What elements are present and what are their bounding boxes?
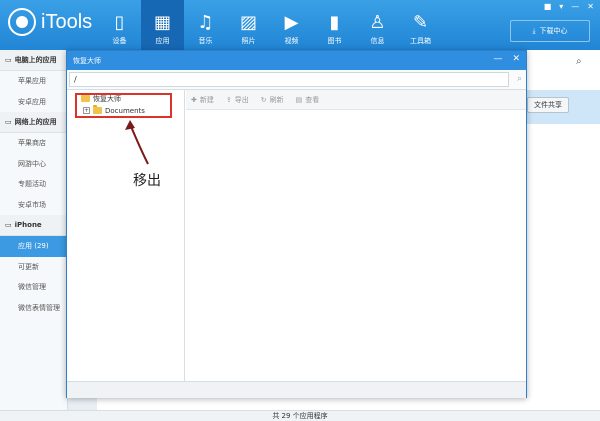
sidebar-section-title: 电脑上的应用: [14, 56, 57, 64]
nav-item-5[interactable]: ▮ 图书: [313, 0, 356, 50]
file-content-pane: ✚ 新建 ⇪ 导出 ↻ 刷新 ▤ 查看: [186, 90, 526, 381]
user-icon: ♙: [369, 12, 386, 33]
toolbar-button[interactable]: ✚ 新建: [191, 95, 214, 105]
file-toolbar: ✚ 新建 ⇪ 导出 ↻ 刷新 ▤ 查看: [186, 90, 526, 110]
nav-label: 设备: [112, 37, 127, 45]
refresh-icon: ↻: [260, 95, 267, 104]
path-search-icon[interactable]: ⌕: [517, 74, 522, 84]
close-icon[interactable]: ✕: [587, 2, 594, 11]
minimize-icon[interactable]: —: [571, 2, 579, 11]
sidebar-item[interactable]: 可更新: [0, 257, 67, 278]
sidebar-item[interactable]: 苹果商店: [0, 133, 67, 154]
video-icon: ▶: [284, 12, 299, 33]
toolbar-label: 刷新: [269, 95, 284, 104]
section-icon: ▭: [5, 56, 12, 64]
window-controls: ■ ▾ — ✕: [544, 2, 594, 11]
toolbar-label: 新建: [199, 95, 214, 104]
new-icon: ✚: [191, 95, 197, 104]
sidebar-item[interactable]: 应用 (29): [0, 236, 67, 257]
close-icon[interactable]: ✕: [512, 54, 520, 64]
nav-label: 工具箱: [410, 37, 431, 45]
sidebar-section-title: iPhone: [14, 221, 42, 229]
nav-item-0[interactable]: ▯ 设备: [98, 0, 141, 50]
dialog-footer: [67, 381, 526, 398]
top-header: iTools ▯ 设备 ▦ 应用 ♫ 音乐 ▨ 照片 ▶ 视频 ▮ 图书 ♙ 信息 ✎ 工具箱 ■ ▾ — ✕ ⤓ …: [0, 0, 600, 50]
sidebar-item[interactable]: 安卓应用: [0, 92, 67, 113]
download-center-button[interactable]: ⤓ 下载中心: [510, 20, 590, 42]
nav-label: 应用: [155, 37, 170, 45]
download-icon: ⤓: [532, 26, 536, 35]
toolbar-label: 导出: [234, 95, 249, 104]
dialog-title: 恢复大师: [73, 56, 101, 65]
nav-item-7[interactable]: ✎ 工具箱: [399, 0, 442, 50]
apps-icon: ▦: [153, 12, 171, 33]
book-icon: ▮: [329, 12, 340, 33]
toolbox-icon: ✎: [412, 12, 429, 33]
toolbar-label: 查看: [305, 95, 320, 104]
toolbar-button[interactable]: ↻ 刷新: [261, 95, 284, 105]
nav-item-1[interactable]: ▦ 应用: [141, 0, 184, 50]
section-icon: ▭: [5, 221, 12, 229]
sidebar-item[interactable]: 微信表情管理: [0, 298, 67, 319]
recovery-master-dialog: 恢复大师 — ✕ / ⌕ 恢复大师 + Documents ✚ 新建 ⇪ 导出 ↻ 刷新 ▤…: [66, 50, 527, 398]
main-nav: ▯ 设备 ▦ 应用 ♫ 音乐 ▨ 照片 ▶ 视频 ▮ 图书 ♙ 信息 ✎ 工具箱: [98, 0, 442, 50]
search-icon[interactable]: ⌕: [576, 56, 582, 67]
menu-icon[interactable]: ▾: [559, 2, 563, 11]
path-input[interactable]: /: [69, 72, 509, 87]
view-icon: ▤: [295, 95, 303, 104]
minimize-icon[interactable]: —: [493, 54, 502, 64]
status-bar: 共 29 个应用程序: [0, 410, 600, 421]
sidebar-section[interactable]: ▭ 电脑上的应用: [0, 50, 67, 71]
nav-label: 音乐: [198, 37, 213, 45]
download-center-label: 下载中心: [539, 27, 568, 35]
nav-item-4[interactable]: ▶ 视频: [270, 0, 313, 50]
nav-label: 视频: [284, 37, 299, 45]
nav-label: 图书: [327, 37, 342, 45]
sidebar-item[interactable]: 苹果应用: [0, 71, 67, 92]
sidebar-item[interactable]: 微信管理: [0, 277, 67, 298]
device-icon: ▯: [114, 12, 125, 33]
sidebar-item[interactable]: 安卓市场: [0, 195, 67, 216]
app-name: iTools: [41, 10, 93, 33]
file-share-button[interactable]: 文件共享: [527, 97, 569, 113]
toolbar-button[interactable]: ⇪ 导出: [226, 95, 249, 105]
app-logo: iTools: [8, 8, 92, 36]
photo-icon: ▨: [239, 12, 257, 33]
itools-logo-icon: [8, 8, 36, 36]
annotation-text: 移出: [133, 173, 161, 189]
sidebar-item[interactable]: 网游中心: [0, 154, 67, 175]
path-bar: / ⌕: [67, 70, 526, 90]
sidebar-section-title: 网络上的应用: [14, 118, 57, 126]
highlight-box: [75, 93, 172, 118]
sidebar-section[interactable]: ▭ 网络上的应用: [0, 112, 67, 133]
skin-icon[interactable]: ■: [544, 2, 552, 11]
dialog-titlebar: 恢复大师 — ✕: [67, 51, 526, 70]
nav-label: 信息: [370, 37, 385, 45]
annotation-arrow-icon: [125, 120, 149, 165]
sidebar-item[interactable]: 专题活动: [0, 174, 67, 195]
sidebar-section[interactable]: ▭ iPhone: [0, 215, 67, 236]
section-icon: ▭: [5, 118, 12, 126]
nav-label: 照片: [241, 37, 256, 45]
sidebar: ▭ 电脑上的应用 苹果应用 安卓应用 ▭ 网络上的应用 苹果商店 网游中心 专题活动 安卓市场 ▭ i…: [0, 50, 68, 410]
nav-item-3[interactable]: ▨ 照片: [227, 0, 270, 50]
export-icon: ⇪: [225, 95, 232, 104]
nav-item-6[interactable]: ♙ 信息: [356, 0, 399, 50]
toolbar-button[interactable]: ▤ 查看: [296, 95, 320, 105]
nav-item-2[interactable]: ♫ 音乐: [184, 0, 227, 50]
music-icon: ♫: [197, 12, 214, 33]
